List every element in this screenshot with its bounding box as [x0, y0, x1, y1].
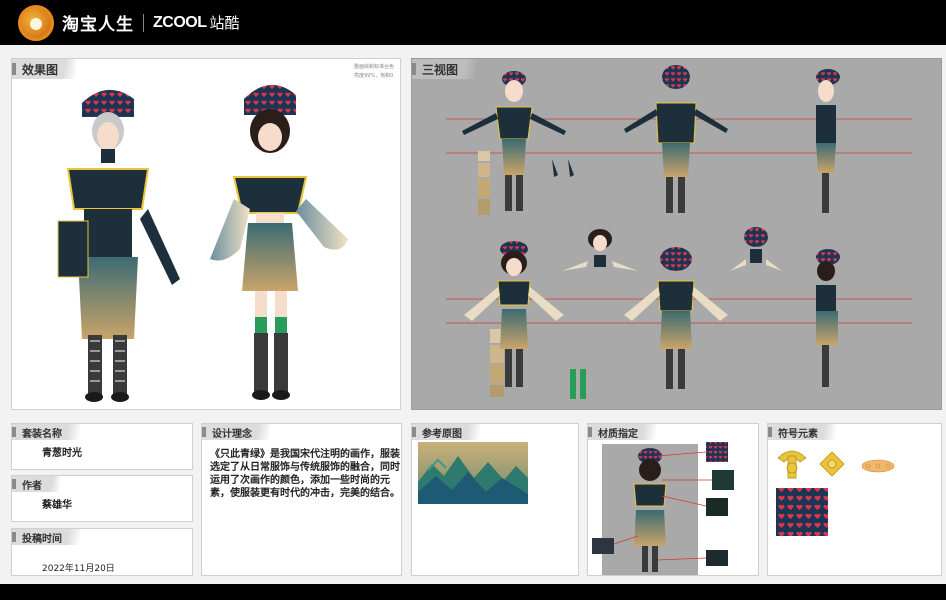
character-female-front: [210, 84, 348, 400]
bottom-bar: [0, 584, 946, 600]
three-view-panel-title: 三视图: [412, 59, 477, 79]
female-front-tpose: [464, 241, 564, 387]
effect-panel: 效果图 整画绘制标准台色 亮度99%，饱和0: [11, 58, 401, 410]
material-swatch-jacket: [712, 470, 734, 490]
top-brand-bar: 淘宝人生 ZCOOL 站酷: [0, 0, 946, 45]
submit-time-panel: 投稿时间 2022年11月20日: [11, 528, 193, 576]
concept-title: 设计理念: [202, 424, 270, 440]
effect-note: 整画绘制标准台色 亮度99%，饱和0: [353, 64, 394, 79]
male-back-tpose: [624, 65, 728, 213]
accessory-boots: [570, 369, 586, 399]
three-view-illustration: [446, 65, 912, 399]
material-swatch-skirt: [592, 538, 614, 554]
submit-time-value: 2022年11月20日: [42, 564, 115, 574]
female-head-detail-front: [562, 229, 638, 271]
suit-name-panel: 套装名称 青葱时光: [11, 423, 193, 470]
design-sheet: 效果图 整画绘制标准台色 亮度99%，饱和0 三视图 套装名称 青葱时光 作者 …: [0, 45, 946, 584]
male-front-tpose: [462, 71, 566, 211]
brand-divider: [143, 13, 144, 32]
heart-pattern-swatch: [776, 488, 828, 536]
male-side: [816, 69, 840, 213]
material-swatch-top: [706, 498, 728, 516]
gold-ornament-3-icon: [861, 459, 895, 473]
author-value: 蔡雄华: [42, 500, 72, 511]
material-title: 材质指定: [588, 424, 656, 440]
symbol-elements: [776, 450, 895, 536]
reference-painting-image: [418, 442, 528, 504]
zcool-name: 站酷: [209, 14, 240, 32]
suit-name-title: 套装名称: [12, 424, 80, 440]
female-side: [816, 249, 840, 387]
submit-time-title: 投稿时间: [12, 529, 80, 545]
effect-illustration: [57, 84, 348, 402]
material-diagram: [592, 442, 734, 575]
concept-panel: 设计理念 《只此青绿》是我国宋代注明的画作，服装选定了从日常服饰与传统服饰的融合…: [201, 423, 402, 576]
zcool-logo: ZCOOL: [153, 13, 207, 31]
effect-panel-title: 效果图: [12, 59, 77, 79]
reference-title: 参考原图: [412, 424, 480, 440]
three-view-panel: 三视图: [411, 58, 942, 410]
symbol-panel: 符号元素: [767, 423, 942, 576]
author-title: 作者: [12, 476, 60, 492]
material-swatch-hat: [706, 442, 728, 462]
concept-text: 《只此青绿》是我国宋代注明的画作，服装选定了从日常服饰与传统服饰的融合，同时运用…: [210, 449, 400, 499]
female-head-detail-back: [730, 227, 782, 271]
gold-ornament-1-icon: [777, 450, 807, 479]
accessory-gloves: [552, 159, 574, 177]
symbol-title: 符号元素: [768, 424, 836, 440]
material-swatch-boots: [706, 550, 728, 566]
reference-panel: 参考原图: [411, 423, 579, 576]
author-panel: 作者 蔡雄华: [11, 475, 193, 522]
female-back-tpose: [624, 247, 728, 389]
color-swatches-top: [478, 151, 490, 215]
suit-name-value: 青葱时光: [42, 448, 82, 459]
character-male-front: [57, 89, 180, 402]
taobao-life-logo-icon: [18, 4, 54, 41]
gold-ornament-2-icon: [819, 451, 845, 477]
material-panel: 材质指定: [587, 423, 759, 576]
brand-name: 淘宝人生: [62, 15, 134, 35]
